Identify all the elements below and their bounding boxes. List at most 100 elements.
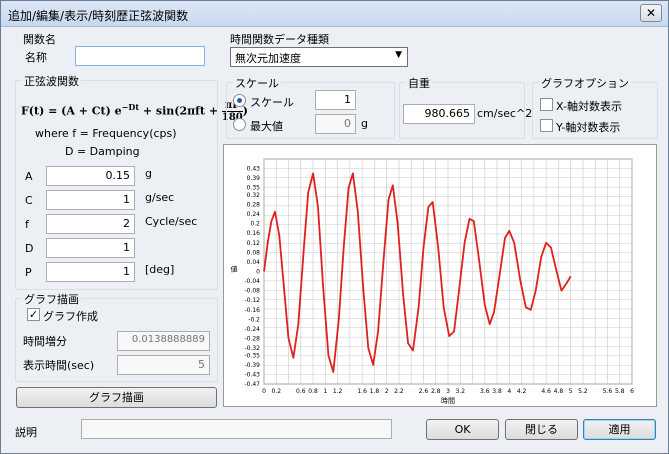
y-tick-label: 0.2 — [250, 221, 260, 228]
scale-radio[interactable] — [233, 94, 246, 107]
y-tick-label: 0.08 — [247, 249, 261, 256]
time-step-input[interactable]: 0.0138888889 — [117, 331, 210, 351]
y-tick-label: 0 — [256, 269, 260, 276]
param-input-C[interactable]: 1 — [46, 190, 135, 210]
max-input[interactable]: 0 — [315, 114, 356, 134]
x-tick-label: 2.6 — [419, 388, 429, 395]
y-tick-label: -0.35 — [244, 352, 260, 359]
param-input-A[interactable]: 0.15 — [46, 166, 135, 186]
make-graph-checkbox[interactable]: ✓ — [27, 308, 40, 321]
x-tick-label: 0.6 — [296, 388, 306, 395]
x-axis-label: 時間 — [441, 397, 455, 405]
y-tick-label: 0.12 — [247, 240, 261, 247]
self-weight-input[interactable]: 980.665 — [403, 104, 475, 124]
data-type-value: 無次元加速度 — [235, 52, 301, 65]
time-step-label: 時間増分 — [23, 335, 67, 348]
y-tick-label: 0.16 — [247, 230, 261, 237]
ok-button[interactable]: OK — [426, 419, 499, 440]
x-tick-label: 4 — [507, 388, 511, 395]
y-tick-label: -0.24 — [244, 326, 260, 333]
param-label-P: P — [25, 266, 32, 279]
data-type-title: 時間関数データ種類 — [230, 33, 329, 46]
y-tick-label: 0.35 — [247, 185, 261, 192]
y-tick-label: -0.32 — [244, 345, 260, 352]
display-time-label: 表示時間(sec) — [23, 359, 95, 372]
scale-radio-label: スケール — [250, 96, 294, 109]
param-unit-f: Cycle/sec — [145, 215, 198, 228]
y-axis-label: 値 — [231, 265, 238, 274]
y-tick-label: -0.04 — [244, 278, 260, 285]
max-radio-label: 最大値 — [250, 120, 283, 133]
formula-lhs: F(t) = (A + Ct) e — [21, 104, 122, 118]
param-label-C: C — [25, 194, 33, 207]
param-input-P[interactable]: 1 — [46, 262, 135, 282]
name-input[interactable] — [75, 46, 205, 66]
display-time-input[interactable]: 5 — [117, 355, 210, 375]
y-log-checkbox[interactable] — [540, 119, 553, 132]
y-tick-label: 0.39 — [247, 175, 261, 182]
dialog-window: 追加/編集/表示/時刻歴正弦波関数 ✕ 関数名 名称 正弦波関数 F(t) = … — [0, 0, 669, 454]
x-tick-label: 5.6 — [603, 388, 613, 395]
name-group-title: 関数名 — [23, 33, 56, 46]
x-log-checkbox[interactable] — [540, 98, 553, 111]
x-tick-label: 4.8 — [554, 388, 564, 395]
x-log-label: X-軸対数表示 — [556, 100, 622, 113]
x-tick-label: 1.8 — [370, 388, 380, 395]
chevron-down-icon: ▼ — [395, 50, 402, 60]
param-unit-P: [deg] — [145, 263, 175, 276]
param-input-D[interactable]: 1 — [46, 238, 135, 258]
sine-formula: F(t) = (A + Ct) e−Dt + sin(2πft + πP 180) — [21, 100, 248, 123]
apply-button[interactable]: 適用 — [583, 419, 656, 440]
description-input[interactable] — [81, 419, 392, 439]
damping-text: D = Damping — [65, 145, 140, 158]
scale-group-title: スケール — [233, 75, 281, 91]
graph-draw-button[interactable]: グラフ描画 — [16, 387, 217, 408]
sine-group-title: 正弦波関数 — [22, 73, 81, 89]
y-tick-label: -0.43 — [244, 371, 260, 378]
x-tick-label: 0.8 — [308, 388, 318, 395]
y-tick-label: -0.2 — [248, 316, 260, 323]
close-icon[interactable]: ✕ — [640, 4, 662, 22]
max-radio[interactable] — [233, 118, 246, 131]
y-log-label: Y-軸対数表示 — [556, 121, 621, 134]
self-weight-unit: cm/sec^2 — [477, 107, 533, 120]
x-tick-label: 4.2 — [517, 388, 527, 395]
param-input-f[interactable]: 2 — [46, 214, 135, 234]
x-tick-label: 3.2 — [455, 388, 465, 395]
y-tick-label: 0.04 — [247, 259, 261, 266]
window-title: 追加/編集/表示/時刻歴正弦波関数 — [8, 9, 189, 23]
graph-draw-group-title: グラフ描画 — [22, 291, 81, 307]
param-label-f: f — [25, 218, 29, 231]
x-tick-label: 2 — [385, 388, 389, 395]
x-tick-label: 2.8 — [431, 388, 441, 395]
formula-mid: + sin(2πft + — [139, 104, 222, 118]
y-tick-label: -0.47 — [244, 381, 260, 388]
make-graph-label: グラフ作成 — [43, 310, 98, 323]
y-tick-label: -0.08 — [244, 288, 260, 295]
param-label-A: A — [25, 170, 33, 183]
x-tick-label: 1.2 — [333, 388, 343, 395]
where-text: where f = Frequency(cps) — [35, 127, 177, 140]
y-tick-label: 0.24 — [247, 211, 261, 218]
y-tick-label: -0.39 — [244, 362, 260, 369]
param-label-D: D — [25, 242, 34, 255]
x-tick-label: 5.8 — [615, 388, 625, 395]
title-bar: 追加/編集/表示/時刻歴正弦波関数 ✕ — [1, 1, 668, 27]
x-tick-label: 3.6 — [480, 388, 490, 395]
x-tick-label: 0.2 — [271, 388, 281, 395]
x-tick-label: 5.2 — [578, 388, 588, 395]
x-tick-label: 2.2 — [394, 388, 404, 395]
max-unit: g — [361, 117, 368, 130]
x-tick-label: 3.8 — [492, 388, 502, 395]
y-tick-label: 0.32 — [247, 192, 261, 199]
x-tick-label: 0 — [262, 388, 266, 395]
chart-panel: 0.43 0.39 0.35 0.32 0.28 0.24 0.2 0.16 0.12 0.08 0… — [223, 144, 657, 407]
formula-exp: −Dt — [121, 101, 140, 112]
y-tick-label: 0.28 — [247, 201, 261, 208]
close-button[interactable]: 閉じる — [505, 419, 578, 440]
description-label: 説明 — [15, 426, 37, 439]
y-tick-label: -0.12 — [244, 297, 260, 304]
chart-svg: 0.430.390.350.320.280.240.20.160.120.080… — [231, 158, 634, 405]
data-type-select[interactable]: 無次元加速度 ▼ — [230, 47, 408, 67]
scale-input[interactable]: 1 — [315, 90, 356, 110]
